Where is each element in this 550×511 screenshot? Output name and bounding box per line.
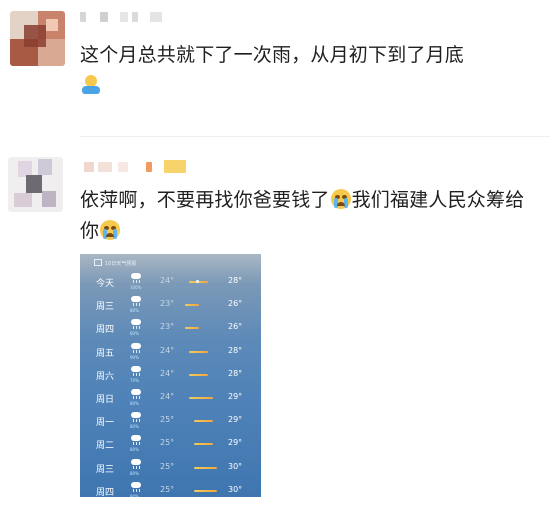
forecast-day: 周二	[96, 441, 115, 452]
forecast-day: 周一	[96, 418, 115, 429]
crying-face-emoji	[330, 189, 351, 209]
temp-range-bar	[184, 327, 199, 330]
forecast-row: 周六 70% 24° 28°	[80, 365, 261, 387]
forecast-day: 周六	[96, 371, 115, 382]
forecast-day: 今天	[96, 279, 115, 289]
high-temp: 29°	[228, 392, 243, 401]
low-temp: 24°	[160, 276, 175, 285]
forecast-row: 周二 80% 25° 29°	[80, 434, 261, 456]
high-temp: 28°	[228, 276, 243, 285]
forecast-row: 周四 80% 25° 30°	[80, 481, 261, 497]
forecast-row: 周日 80% 24° 29°	[80, 388, 261, 410]
rain-chance: 80%	[130, 447, 139, 453]
rain-chance: 80%	[130, 401, 139, 406]
temp-range-bar	[189, 373, 208, 376]
weather-forecast-screenshot[interactable]: 10日天气预报 今天 100% 24° 28° 周三 80% 23° 26° 周四 80% 23° 2…	[80, 254, 261, 497]
forecast-header: 10日天气预报	[94, 259, 136, 267]
temp-range-bar	[194, 443, 213, 446]
current-temp-dot	[195, 280, 199, 283]
low-temp: 24°	[160, 345, 175, 355]
forecast-row: 周三 80% 25° 30°	[80, 458, 261, 480]
high-temp: 28°	[228, 345, 243, 355]
low-temp: 23°	[160, 322, 175, 332]
temp-range-bar	[194, 466, 218, 469]
forecast-day: 周三	[96, 464, 115, 475]
low-temp: 25°	[160, 484, 175, 494]
high-temp: 29°	[228, 415, 243, 425]
forecast-row: 周五 90% 24° 28°	[80, 342, 261, 364]
forecast-row: 周三 80% 23° 26°	[80, 295, 261, 317]
forecast-row: 周一 80% 25° 29°	[80, 411, 261, 433]
temp-range-bar	[189, 350, 208, 353]
low-temp: 25°	[160, 415, 175, 425]
forecast-day: 周四	[96, 325, 115, 336]
avatar[interactable]	[8, 157, 63, 212]
rain-chance: 80%	[130, 424, 139, 430]
high-temp: 26°	[228, 322, 243, 332]
high-temp: 28°	[228, 368, 243, 378]
comment-body: 依萍啊，不要再找你爸要钱了	[80, 189, 330, 211]
rain-chance: 90%	[130, 354, 139, 360]
high-temp: 30°	[228, 484, 243, 494]
rain-chance: 80%	[130, 331, 139, 337]
forecast-day: 周日	[96, 395, 115, 405]
forecast-day: 周五	[96, 348, 115, 359]
forecast-row: 周四 80% 23° 26°	[80, 318, 261, 340]
high-temp: 26°	[228, 299, 243, 309]
rain-chance: 80%	[130, 470, 139, 476]
low-temp: 25°	[160, 438, 175, 448]
forecast-row: 今天 100% 24° 28°	[80, 272, 261, 294]
crying-face-emoji	[100, 220, 121, 240]
rain-chance: 70%	[130, 377, 139, 383]
low-temp: 24°	[160, 392, 175, 401]
low-temp: 23°	[160, 299, 175, 309]
rain-chance: 100%	[130, 285, 142, 290]
comment-text: 依萍啊，不要再找你爸要钱了 我们福建人民众筹给你	[80, 185, 530, 247]
temp-range-bar	[194, 489, 218, 492]
high-temp: 30°	[228, 461, 243, 471]
username-blurred[interactable]	[80, 160, 200, 174]
rain-chance: 80%	[130, 493, 139, 497]
forecast-day: 周四	[96, 487, 115, 497]
temp-range-bar	[184, 304, 199, 307]
forecast-day: 周三	[96, 302, 115, 313]
low-temp: 24°	[160, 368, 175, 378]
temp-range-bar	[189, 397, 213, 399]
rain-chance: 80%	[130, 308, 139, 314]
comment-item: 依萍啊，不要再找你爸要钱了 我们福建人民众筹给你 10日天气预报 今天 100% 24…	[0, 0, 550, 497]
high-temp: 29°	[228, 438, 243, 448]
calendar-icon	[94, 259, 102, 266]
low-temp: 25°	[160, 461, 175, 471]
temp-range-bar	[194, 420, 213, 423]
